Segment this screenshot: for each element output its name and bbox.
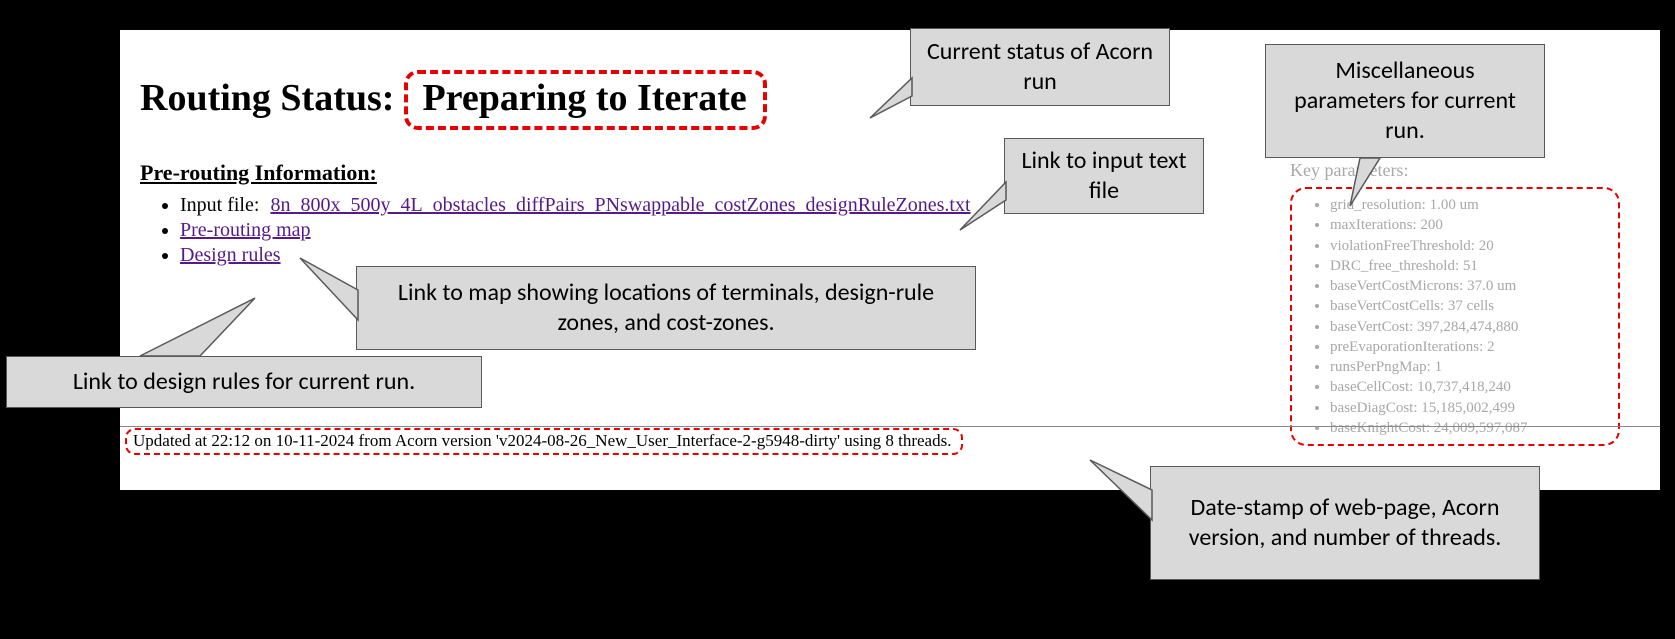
param-item: preEvaporationIterations: 2 [1330, 337, 1608, 357]
param-item: baseVertCost: 397,284,474,880 [1330, 317, 1608, 337]
callout-input-file: Link to input text file [1004, 138, 1204, 214]
callout-status: Current status of Acorn run [910, 28, 1170, 106]
callout-update-stamp: Date-stamp of web-page, Acorn version, a… [1150, 466, 1540, 580]
callout-prerouting-map: Link to map showing locations of termina… [356, 266, 976, 350]
param-item: DRC_free_threshold: 51 [1330, 256, 1608, 276]
key-parameters-box: grid_resolution: 1.00 um maxIterations: … [1290, 187, 1620, 446]
param-item: baseVertCostCells: 37 cells [1330, 296, 1608, 316]
param-item: maxIterations: 200 [1330, 215, 1608, 235]
footer-divider [120, 426, 1660, 427]
callout-parameters: Miscellaneous parameters for current run… [1265, 44, 1545, 158]
param-item: baseDiagCost: 15,185,002,499 [1330, 398, 1608, 418]
callout-design-rules: Link to design rules for current run. [6, 356, 482, 408]
heading-prefix: Routing Status: [140, 76, 398, 120]
run-status: Preparing to Iterate [404, 70, 766, 130]
param-item: baseKnightCost: 24,009,597,087 [1330, 418, 1608, 438]
input-file-label: Input file: [180, 194, 265, 216]
update-stamp: Updated at 22:12 on 10-11-2024 from Acor… [125, 428, 963, 455]
key-parameters-list: grid_resolution: 1.00 um maxIterations: … [1310, 195, 1608, 438]
param-item: runsPerPngMap: 1 [1330, 357, 1608, 377]
param-item: violationFreeThreshold: 20 [1330, 236, 1608, 256]
key-parameters-panel: Key parameters: grid_resolution: 1.00 um… [1290, 160, 1620, 446]
input-file-link[interactable]: 8n_800x_500y_4L_obstacles_diffPairs_PNsw… [270, 194, 970, 216]
prerouting-map-link[interactable]: Pre-routing map [180, 219, 311, 241]
key-parameters-title: Key parameters: [1290, 160, 1620, 181]
param-item: baseCellCost: 10,737,418,240 [1330, 377, 1608, 397]
param-item: grid_resolution: 1.00 um [1330, 195, 1608, 215]
design-rules-link[interactable]: Design rules [180, 244, 281, 266]
param-item: baseVertCostMicrons: 37.0 um [1330, 276, 1608, 296]
